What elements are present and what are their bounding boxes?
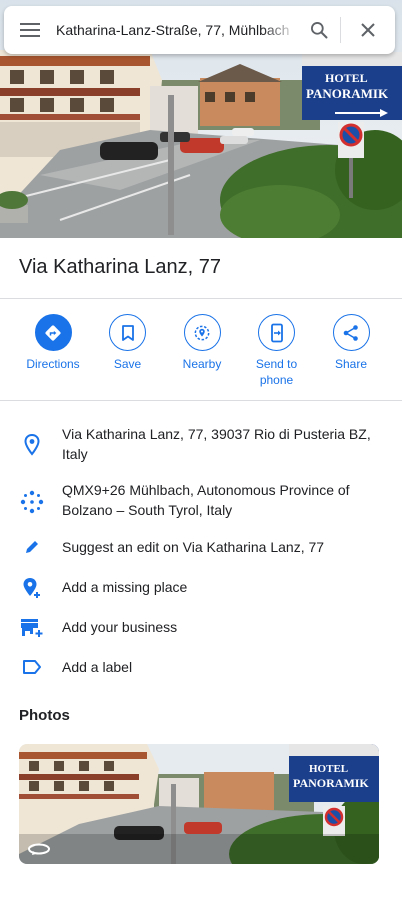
photo-sign-line1: HOTEL <box>309 763 348 775</box>
plus-code-icon <box>0 480 62 514</box>
send-to-phone-label: Send to phone <box>255 357 298 387</box>
add-location-icon <box>0 577 62 599</box>
directions-label: Directions <box>26 357 80 371</box>
add-label-text: Add a label <box>62 659 133 675</box>
nearby-icon <box>183 314 221 351</box>
share-button[interactable]: Share <box>315 314 387 388</box>
save-button[interactable]: Save <box>92 314 164 388</box>
bookmark-icon <box>109 314 146 351</box>
directions-icon <box>34 314 72 351</box>
divider <box>0 400 402 401</box>
label-icon <box>0 657 62 674</box>
add-business-text: Add your business <box>62 619 178 635</box>
photo-sign-line2: PANORAMIK <box>293 776 369 790</box>
save-label: Save <box>113 357 142 371</box>
search-bar[interactable]: Katharina-Lanz-Straße, 77, Mühlbach <box>4 6 395 54</box>
hotel-sign-line2: PANORAMIK <box>306 86 389 101</box>
add-missing-place-text: Add a missing place <box>62 579 188 595</box>
close-icon[interactable] <box>341 6 395 54</box>
add-business-row[interactable]: Add your business <box>0 617 402 638</box>
location-pin-icon <box>0 424 62 456</box>
share-icon <box>332 314 370 351</box>
plus-code-text: QMX9+26 Mühlbach, Autonomous Province of… <box>62 482 350 518</box>
suggest-edit-row[interactable]: Suggest an edit on Via Katharina Lanz, 7… <box>0 537 402 557</box>
suggest-edit-text: Suggest an edit on Via Katharina Lanz, 7… <box>62 539 325 555</box>
pencil-icon <box>0 537 62 555</box>
nearby-button[interactable]: Nearby <box>166 314 238 388</box>
photos-heading: Photos <box>19 707 70 724</box>
divider <box>0 298 402 299</box>
place-title: Via Katharina Lanz, 77 <box>19 256 222 278</box>
add-missing-place-row[interactable]: Add a missing place <box>0 577 402 599</box>
search-input[interactable]: Katharina-Lanz-Straße, 77, Mühlbach <box>56 22 298 38</box>
action-bar: Directions Save Nearby Send to phone Sha… <box>17 314 387 388</box>
add-label-row[interactable]: Add a label <box>0 657 402 677</box>
menu-icon[interactable] <box>4 6 56 54</box>
nearby-label: Nearby <box>182 357 222 371</box>
send-to-phone-button[interactable]: Send to phone <box>241 314 313 388</box>
street-view-360-icon <box>27 840 51 858</box>
share-label: Share <box>334 357 368 371</box>
street-view-photo[interactable]: HOTEL PANORAMIK <box>19 744 379 864</box>
directions-button[interactable]: Directions <box>17 314 89 388</box>
phone-icon <box>258 314 295 351</box>
hotel-sign-line1: HOTEL <box>325 71 368 85</box>
address-text: Via Katharina Lanz, 77, 39037 Rio di Pus… <box>62 426 371 462</box>
search-icon[interactable] <box>298 6 340 54</box>
address-row[interactable]: Via Katharina Lanz, 77, 39037 Rio di Pus… <box>0 424 402 464</box>
plus-code-row[interactable]: QMX9+26 Mühlbach, Autonomous Province of… <box>0 480 402 520</box>
add-business-icon <box>0 617 62 638</box>
